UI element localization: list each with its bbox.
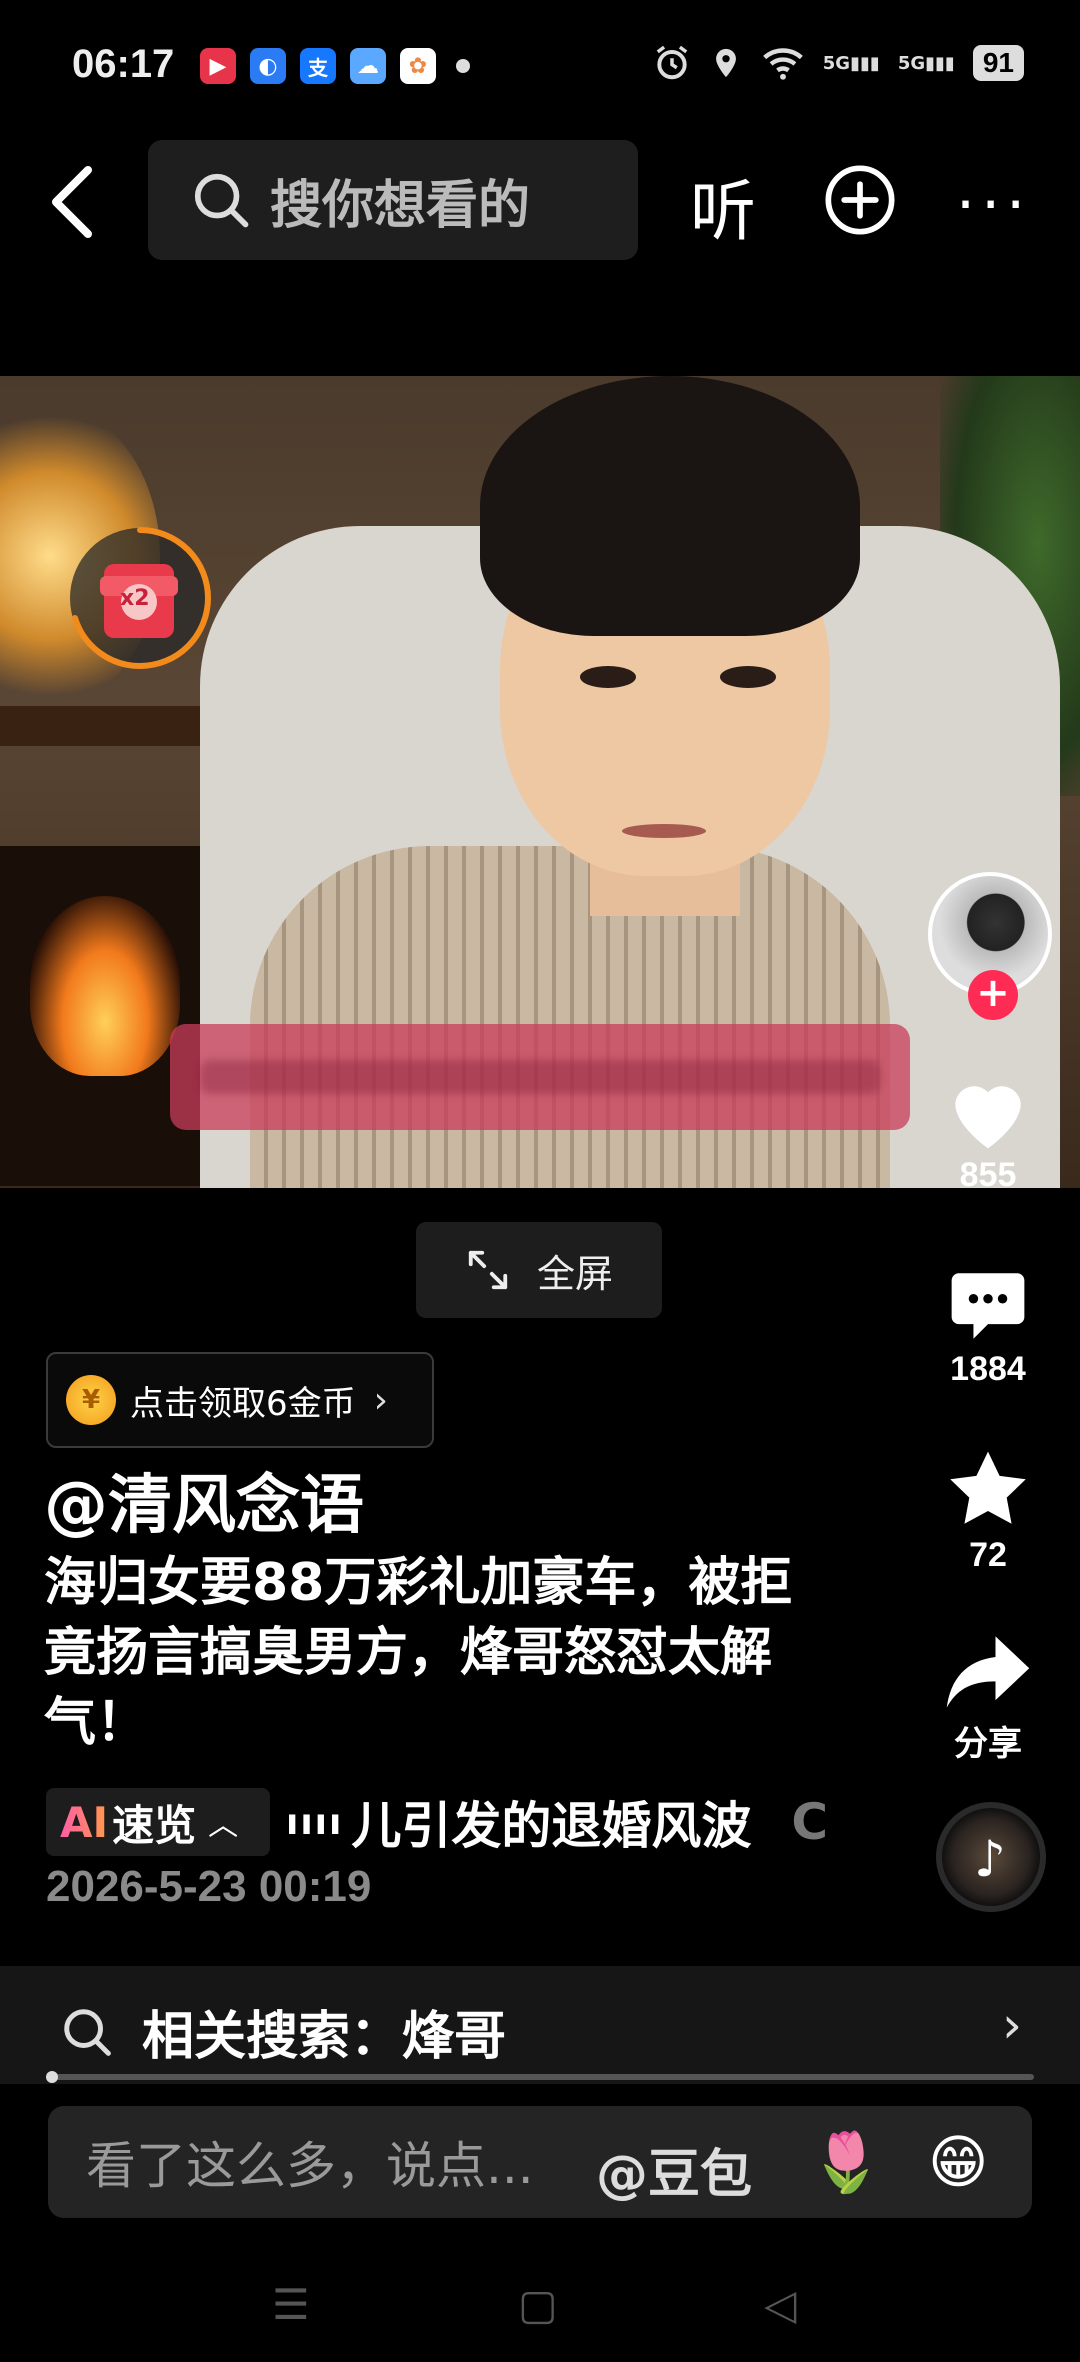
- search-icon: [64, 2008, 111, 2056]
- system-nav-bar: ☰ ▢ ◁: [0, 2260, 1080, 2362]
- comment-placeholder: 看了这么多，说点...: [86, 2137, 534, 2195]
- ai-summary-text: 儿引发的退婚风波: [351, 1797, 752, 1855]
- video-player[interactable]: [0, 376, 1080, 1188]
- back-arrow-icon: [52, 166, 92, 238]
- search-icon: [194, 173, 249, 228]
- red-packet-button[interactable]: x2: [64, 522, 216, 674]
- back-button[interactable]: [44, 162, 114, 242]
- music-note-icon: ♪: [974, 1830, 1006, 1888]
- hair: [480, 376, 860, 636]
- comment-count: 1884: [950, 1350, 1026, 1388]
- ai-label: 速览: [112, 1800, 197, 1850]
- mention-button[interactable]: @豆包: [596, 2132, 752, 2207]
- right-eye: [720, 666, 776, 688]
- like-count: 855: [959, 1156, 1017, 1194]
- post-description: 海归女要88万彩礼加豪车，被拒竟扬言搞臭男方，烽哥怒怼太解气！: [44, 1553, 793, 1753]
- gallery-app-icon: ✿: [400, 48, 436, 84]
- video-progress-bar[interactable]: [46, 2071, 1034, 2083]
- search-input[interactable]: 搜你想看的: [148, 140, 638, 260]
- expand-icon: [468, 1250, 508, 1290]
- status-bar: 06:17 ▶ ◐ 支 ☁ ✿ 5G▮▮▮ 5G▮▮▮ 91: [0, 0, 1080, 130]
- favorite-button[interactable]: 72: [918, 1446, 1058, 1575]
- back-icon[interactable]: ◁: [764, 2280, 796, 2329]
- ai-summary-chip[interactable]: AI 速览 ︿: [46, 1788, 270, 1856]
- music-disc[interactable]: ♪: [936, 1802, 1046, 1912]
- chevron-up-icon: ︿: [208, 1808, 239, 1843]
- like-button[interactable]: 855: [918, 1072, 1058, 1195]
- favorite-count: 72: [969, 1536, 1007, 1574]
- subtitle-blur: [200, 1060, 880, 1094]
- status-time: 06:17: [72, 42, 175, 86]
- location-icon: [715, 48, 736, 78]
- ai-summary-trailing: C: [791, 1793, 829, 1851]
- author-avatar[interactable]: +: [928, 872, 1052, 1020]
- top-nav: 搜你想看的 听 ···: [0, 140, 1080, 260]
- post-date: 2026-5-23 00:19: [46, 1862, 372, 1911]
- flower-emoji-button[interactable]: 🌷: [810, 2128, 882, 2197]
- alarm-icon: [656, 45, 688, 80]
- comment-input[interactable]: 看了这么多，说点... @豆包 🌷 😁: [48, 2106, 1032, 2218]
- notification-icons: ▶ ◐ 支 ☁ ✿: [200, 48, 470, 84]
- signal-2-icon: 5G▮▮▮: [897, 52, 955, 74]
- left-eye: [580, 666, 636, 688]
- fullscreen-button[interactable]: 全屏: [416, 1222, 662, 1318]
- signal-1-icon: 5G▮▮▮: [822, 52, 880, 74]
- ai-logo: AI: [60, 1797, 109, 1847]
- coin-prompt: 点击领取6金币: [130, 1383, 356, 1424]
- progress-knob[interactable]: [46, 2071, 58, 2083]
- star-icon: [950, 1451, 1026, 1524]
- fire: [30, 896, 180, 1076]
- coin-icon: ¥: [66, 1375, 116, 1425]
- fullscreen-label: 全屏: [536, 1251, 613, 1296]
- home-icon[interactable]: ▢: [518, 2280, 558, 2329]
- comment-button[interactable]: 1884: [918, 1266, 1058, 1389]
- heart-icon: [955, 1086, 1021, 1149]
- battery-icon: 91: [972, 45, 1024, 81]
- share-label: 分享: [954, 1725, 1022, 1763]
- ai-summary-row[interactable]: AI 速览 ︿ ıııı 儿引发的退婚风波 C: [46, 1788, 828, 1856]
- related-search-content: 相关搜索：烽哥: [60, 1994, 506, 2069]
- follow-button[interactable]: +: [968, 970, 1018, 1020]
- listen-button[interactable]: 听: [690, 158, 756, 254]
- video-app-icon: ▶: [200, 48, 236, 84]
- author-name[interactable]: @清风念语: [44, 1454, 364, 1546]
- grin-emoji-button[interactable]: 😁: [928, 2128, 988, 2196]
- related-search-bar[interactable]: 相关搜索：烽哥 ›: [0, 1966, 1080, 2084]
- search-placeholder: 搜你想看的: [270, 175, 531, 236]
- shirt: [250, 846, 890, 1188]
- weather-app-icon: ☁: [350, 48, 386, 84]
- audio-bars-icon: ıııı: [286, 1801, 344, 1843]
- more-button[interactable]: ···: [956, 170, 1031, 240]
- plus-circle-icon: [825, 165, 895, 235]
- red-packet-badge: x2: [120, 586, 150, 611]
- status-right: 5G▮▮▮ 5G▮▮▮ 91: [653, 44, 1024, 82]
- more-notifications-icon: [456, 59, 470, 73]
- chevron-right-icon: ›: [373, 1379, 389, 1421]
- add-button[interactable]: [822, 162, 898, 242]
- chevron-right-icon: ›: [1002, 1996, 1022, 2054]
- mouth: [622, 824, 706, 838]
- browser-app-icon: ◐: [250, 48, 286, 84]
- menu-icon[interactable]: ☰: [272, 2280, 310, 2329]
- share-button[interactable]: 分享: [918, 1632, 1058, 1765]
- coin-reward-chip[interactable]: ¥ 点击领取6金币 ›: [46, 1352, 434, 1448]
- wifi-icon: [762, 48, 803, 80]
- comment-icon: [951, 1273, 1025, 1339]
- related-search-label: 相关搜索：烽哥: [142, 2007, 507, 2067]
- alipay-app-icon: 支: [300, 48, 336, 84]
- share-icon: [946, 1636, 1030, 1708]
- subtitle-bar: [170, 1024, 910, 1130]
